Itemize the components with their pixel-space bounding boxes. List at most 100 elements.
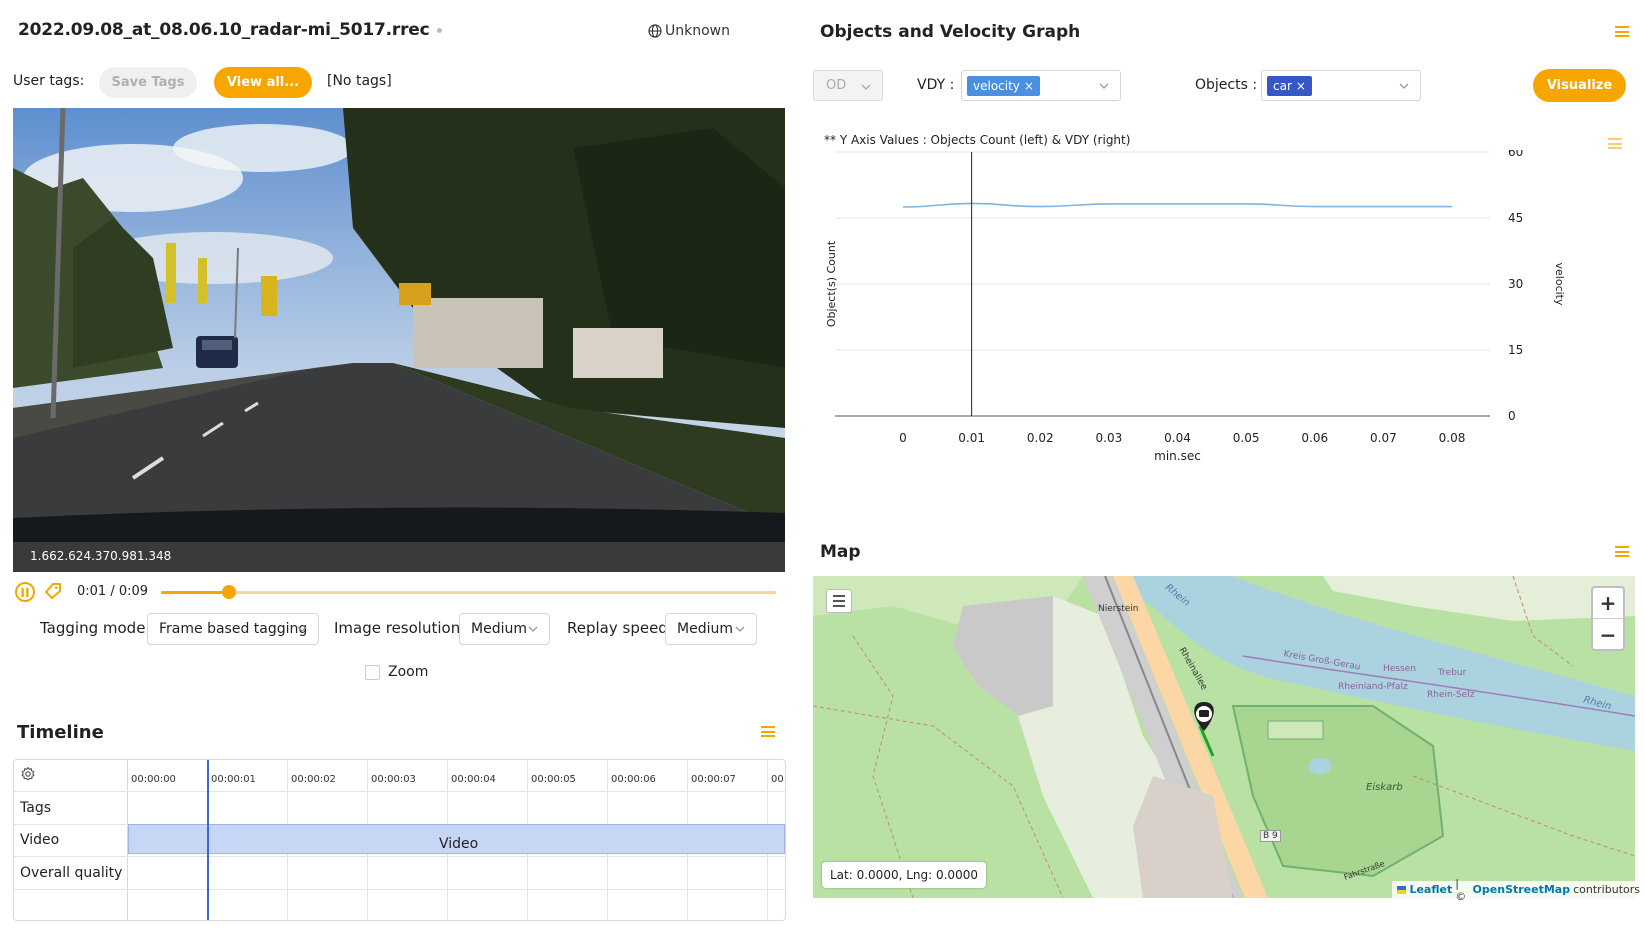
- chevron-down-icon: [528, 626, 538, 632]
- map-panel-menu-icon[interactable]: [1615, 546, 1629, 557]
- chart-y-tick-label: 30: [1508, 277, 1523, 291]
- recording-title: 2022.09.08_at_08.06.10_radar-mi_5017.rre…: [18, 20, 443, 40]
- timeline-tick: 00:00:04: [451, 774, 496, 785]
- map-label-trebur: Trebur: [1438, 668, 1467, 678]
- map-view[interactable]: Nierstein Rhein Rhein Rheinallee Kreis G…: [813, 576, 1635, 898]
- map-label-nierstein: Nierstein: [1098, 604, 1139, 614]
- map-label-eiskarb: Eiskarb: [1366, 782, 1403, 793]
- attribution-separator: | ©: [1455, 876, 1467, 903]
- replay-speed-label: Replay speed:: [567, 619, 673, 637]
- chart-x-ticks: 0 0.01 0.02 0.03 0.04 0.05 0.06 0.07 0.08: [899, 431, 1465, 445]
- visualize-button[interactable]: Visualize: [1533, 69, 1626, 102]
- chart-x-tick-label: 0.01: [958, 431, 985, 445]
- chart-note: ** Y Axis Values : Objects Count (left) …: [824, 133, 1131, 147]
- map-tiles: [813, 576, 1635, 898]
- vdy-multiselect[interactable]: velocity ×: [961, 70, 1121, 101]
- chart-x-axis-label: min.sec: [1154, 449, 1201, 463]
- map-attribution: Leaflet | © OpenStreetMap contributors: [1392, 877, 1645, 903]
- graph-panel-title: Objects and Velocity Graph: [820, 22, 1081, 42]
- timeline-title: Timeline: [17, 722, 104, 743]
- chart-y-axis-label-left: Object(s) Count: [825, 240, 838, 327]
- zoom-checkbox[interactable]: [365, 665, 380, 680]
- timeline-playhead[interactable]: [207, 760, 209, 920]
- ukraine-flag-icon: [1397, 885, 1407, 894]
- pause-icon: [21, 587, 29, 597]
- region-indicator: Unknown: [648, 23, 730, 39]
- replay-speed-select[interactable]: Medium: [665, 613, 757, 645]
- objects-label: Objects :: [1195, 77, 1258, 93]
- vdy-label: VDY :: [917, 77, 955, 93]
- add-tag-button[interactable]: [44, 582, 62, 604]
- image-resolution-value: Medium: [471, 621, 527, 637]
- od-select-value: OD: [826, 78, 847, 93]
- tagging-mode-value: Frame based tagging: [159, 621, 308, 637]
- chart-y-tick-label: 60: [1508, 150, 1523, 159]
- map-label-rheinland: Rheinland-Pfalz: [1338, 682, 1408, 692]
- osm-link[interactable]: OpenStreetMap: [1473, 883, 1571, 896]
- chart-y-tick-label: 0: [1508, 409, 1516, 423]
- image-resolution-label: Image resolution:: [334, 619, 466, 637]
- timeline-tick: 00:00:03: [371, 774, 416, 785]
- timeline-row-tags[interactable]: Tags: [14, 791, 785, 824]
- objects-chip-label: car: [1273, 79, 1292, 93]
- tagging-mode-label: Tagging mode:: [40, 619, 151, 637]
- chart-x-tick-label: 0.04: [1164, 431, 1191, 445]
- seek-slider-track[interactable]: [161, 591, 776, 594]
- tagging-mode-select[interactable]: Frame based tagging: [147, 613, 319, 645]
- map-zoom-control[interactable]: + −: [1591, 586, 1625, 651]
- video-frame[interactable]: 1.662.624.370.981.348: [13, 108, 785, 572]
- timeline-row-empty: [14, 889, 785, 920]
- chip-remove-icon[interactable]: ×: [1296, 79, 1306, 93]
- timeline-tick: 00:00:00: [131, 774, 176, 785]
- chart-x-tick-label: 0.07: [1370, 431, 1397, 445]
- view-all-tags-button[interactable]: View all...: [214, 67, 312, 98]
- od-select[interactable]: OD: [813, 70, 883, 101]
- chart-y-axis-label-right: velocity: [1553, 263, 1566, 306]
- chart-x-tick-label: 0.05: [1233, 431, 1260, 445]
- chip-remove-icon[interactable]: ×: [1024, 79, 1034, 93]
- vdy-chip[interactable]: velocity ×: [967, 76, 1040, 96]
- attribution-tail: contributors: [1573, 883, 1640, 896]
- image-resolution-select[interactable]: Medium: [459, 613, 550, 645]
- timeline-menu-icon[interactable]: [761, 726, 775, 737]
- chart-x-tick-label: 0.06: [1301, 431, 1328, 445]
- map-zoom-in-button[interactable]: +: [1593, 588, 1623, 619]
- chart-grid: [835, 151, 1490, 417]
- map-label-hessen: Hessen: [1383, 664, 1416, 674]
- chart-x-tick-label: 0.03: [1096, 431, 1123, 445]
- region-text: Unknown: [665, 23, 730, 39]
- recording-title-text: 2022.09.08_at_08.06.10_radar-mi_5017.rre…: [18, 20, 430, 40]
- objects-chip[interactable]: car ×: [1267, 76, 1312, 96]
- map-zoom-out-button[interactable]: −: [1593, 619, 1623, 649]
- timeline-tick: 00:: [771, 774, 786, 785]
- tag-icon: [45, 583, 61, 599]
- timeline-row-label: Video: [20, 832, 60, 848]
- chevron-down-icon: [1099, 83, 1109, 89]
- timeline-row-label: Tags: [20, 800, 51, 816]
- graph-panel-menu-icon[interactable]: [1615, 26, 1629, 37]
- map-panel-title: Map: [820, 542, 861, 562]
- chart-x-tick-label: 0.08: [1439, 431, 1466, 445]
- gear-icon[interactable]: [20, 766, 36, 782]
- seek-slider-thumb[interactable]: [221, 585, 236, 599]
- globe-icon: [648, 24, 662, 38]
- leaflet-link[interactable]: Leaflet: [1409, 883, 1452, 896]
- chart-menu-icon[interactable]: [1608, 138, 1622, 149]
- timeline-tick: 00:00:01: [211, 774, 256, 785]
- video-timestamp: 1.662.624.370.981.348: [30, 549, 172, 563]
- chart-y-ticks: 0 15 30 45 60: [1508, 150, 1523, 423]
- velocity-chart[interactable]: 015304560 0 0.01 0.02 0.03 0.04 0.05 0.06 0.07 0…: [820, 150, 1620, 490]
- chevron-down-icon: [861, 84, 871, 90]
- timeline-tick: 00:00:06: [611, 774, 656, 785]
- timeline-row-overall-quality[interactable]: Overall quality: [14, 856, 785, 889]
- video-image: [13, 108, 785, 572]
- save-tags-button[interactable]: Save Tags: [99, 67, 197, 98]
- map-label-b9: B 9: [1260, 830, 1281, 842]
- map-layers-button[interactable]: [826, 589, 852, 613]
- timeline-grid[interactable]: 00:00:00 00:00:01 00:00:02 00:00:03 00:0…: [13, 759, 786, 921]
- objects-multiselect[interactable]: car ×: [1261, 70, 1421, 101]
- velocity-series-line: [902, 202, 1452, 208]
- chevron-down-icon: [735, 626, 745, 632]
- play-pause-button[interactable]: [15, 582, 35, 602]
- map-label-rheinselz: Rhein-Selz: [1427, 690, 1475, 700]
